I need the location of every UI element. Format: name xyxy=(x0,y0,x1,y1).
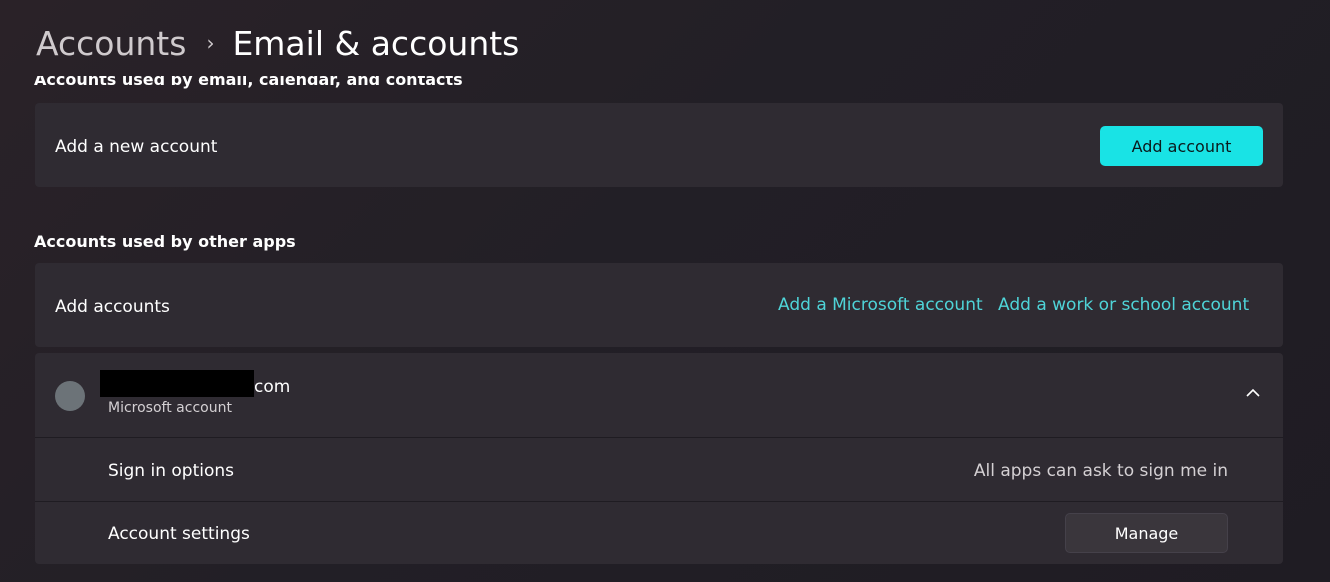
account-settings-label: Account settings xyxy=(108,524,250,544)
avatar xyxy=(55,381,85,411)
chevron-up-icon[interactable] xyxy=(1245,385,1261,401)
add-accounts-label: Add accounts xyxy=(55,297,170,317)
chevron-right-icon: › xyxy=(206,31,215,55)
account-settings-row: Account settings Manage xyxy=(35,502,1283,564)
breadcrumb: Accounts › Email & accounts xyxy=(36,20,519,66)
page-title: Email & accounts xyxy=(232,23,520,63)
sign-in-options-label: Sign in options xyxy=(108,461,234,481)
section-heading-other-apps: Accounts used by other apps xyxy=(34,232,296,251)
section-heading-email: Accounts used by email, calendar, and co… xyxy=(34,70,463,89)
add-accounts-card: Add accounts Add a Microsoft account Add… xyxy=(35,263,1283,347)
manage-button[interactable]: Manage xyxy=(1065,513,1228,553)
add-microsoft-account-link[interactable]: Add a Microsoft account xyxy=(778,295,983,315)
breadcrumb-accounts[interactable]: Accounts xyxy=(36,24,186,63)
account-email: com xyxy=(254,377,291,397)
sign-in-options-row[interactable]: Sign in options All apps can ask to sign… xyxy=(35,438,1283,501)
sign-in-options-value: All apps can ask to sign me in xyxy=(973,461,1228,481)
add-new-account-label: Add a new account xyxy=(55,137,218,157)
add-new-account-card: Add a new account Add account xyxy=(35,103,1283,187)
add-work-school-account-link[interactable]: Add a work or school account xyxy=(998,295,1249,315)
add-account-button[interactable]: Add account xyxy=(1100,126,1263,166)
account-expander[interactable]: com Microsoft account xyxy=(35,353,1283,437)
account-type: Microsoft account xyxy=(108,400,232,416)
redacted-email xyxy=(100,370,254,397)
